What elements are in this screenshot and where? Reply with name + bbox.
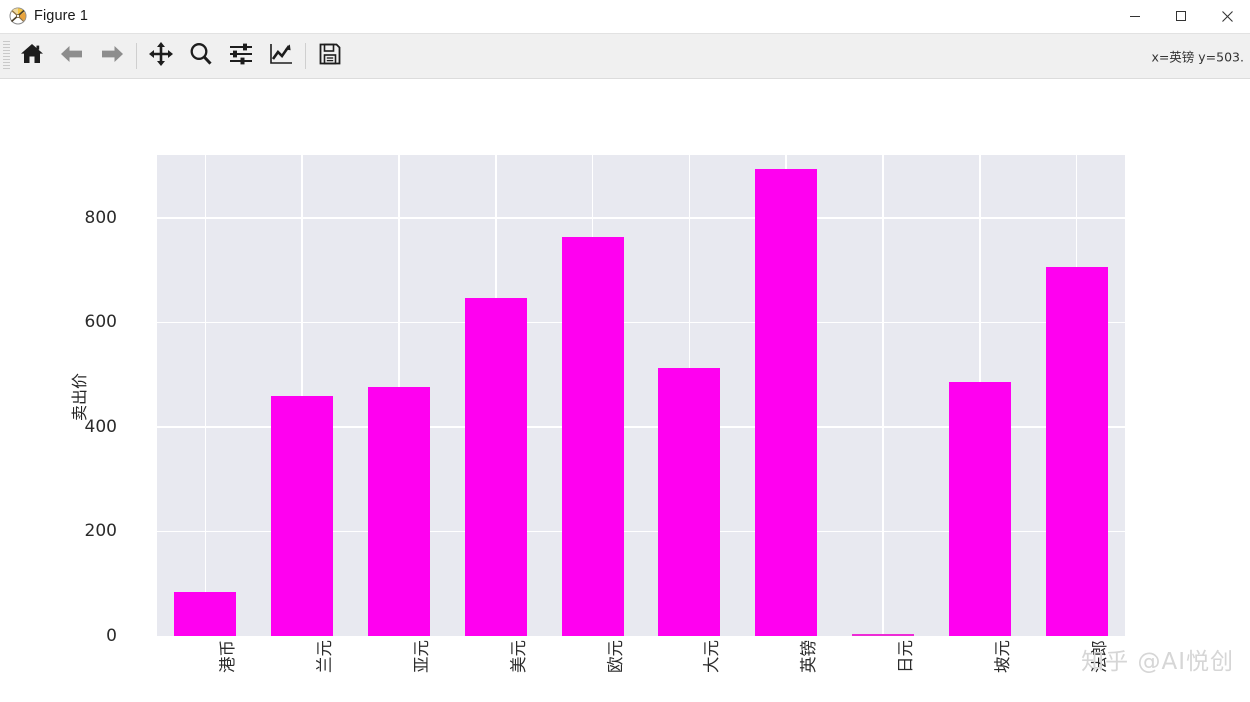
bar-英镑 [755,168,818,636]
pan-button[interactable] [141,36,181,76]
x-axis-tick-label: 美元 [508,640,528,673]
x-axis-tick-label: 英镑 [799,640,819,673]
bar-法郎 [1045,266,1108,636]
y-axis-tick-label: 400 [84,416,117,437]
matplotlib-figure-window: Figure 1 x=英镑 y=503. 卖出价 0 200 400 600 8… [0,0,1250,702]
y-axis-tick-label: 200 [84,521,117,542]
save-button[interactable] [310,36,350,76]
forward-button[interactable] [92,36,132,76]
window-title-bar: Figure 1 [0,0,1250,33]
cursor-coordinates-status: x=英镑 y=503. [1151,49,1244,65]
y-axis-label: 卖出价 [70,372,89,422]
x-axis-tick-label: 大元 [702,640,722,673]
bar-港币 [174,592,237,636]
back-button[interactable] [52,36,92,76]
forward-arrow-icon [99,41,125,72]
home-button[interactable] [12,36,52,76]
zoom-button[interactable] [181,36,221,76]
x-axis-tick-label: 日元 [896,640,915,673]
zoom-magnifier-icon [188,41,214,72]
x-axis-tick-label: 兰元 [315,640,335,673]
home-icon [19,41,45,72]
subplot-sliders-icon [228,41,254,72]
toolbar-drag-handle[interactable] [3,41,10,71]
back-arrow-icon [59,41,85,72]
y-axis-tick-label: 600 [84,312,117,333]
bar-欧元 [561,237,624,636]
edit-parameters-button[interactable] [261,36,301,76]
toolbar-separator-2 [305,43,306,69]
window-controls [1112,0,1250,32]
matplotlib-logo-icon [9,7,27,25]
maximize-button[interactable] [1158,0,1204,32]
toolbar-separator [136,43,137,69]
x-axis-tick-label: 港币 [218,640,238,673]
bar-日元 [852,633,914,637]
close-button[interactable] [1204,0,1250,32]
bar-坡元 [948,381,1011,636]
pan-move-icon [148,41,174,72]
navigation-toolbar: x=英镑 y=503. [0,33,1250,79]
bar-美元 [464,298,527,636]
x-axis-tick-label: 亚元 [412,640,431,673]
edit-curve-icon [268,41,294,72]
subplots-button[interactable] [221,36,261,76]
bar-series [157,155,1125,636]
y-axis-tick-label: 800 [84,207,117,228]
bar-大元 [658,367,721,636]
save-floppy-icon [317,41,343,72]
window-title-text: Figure 1 [34,8,88,24]
y-axis-tick-label: 0 [106,626,117,646]
x-axis-tick-label: 欧元 [605,640,625,673]
minimize-button[interactable] [1112,0,1158,32]
bar-亚元 [368,386,430,636]
bar-兰元 [271,395,334,636]
plot-area[interactable] [157,155,1125,636]
x-axis-tick-label: 坡元 [992,640,1012,673]
watermark-text: 知乎 @AI悦创 [1081,649,1234,675]
figure-canvas[interactable]: 外汇情况 卖出价 0200400600800 港币兰元亚元美元欧元大元英镑日元坡… [0,79,1250,702]
